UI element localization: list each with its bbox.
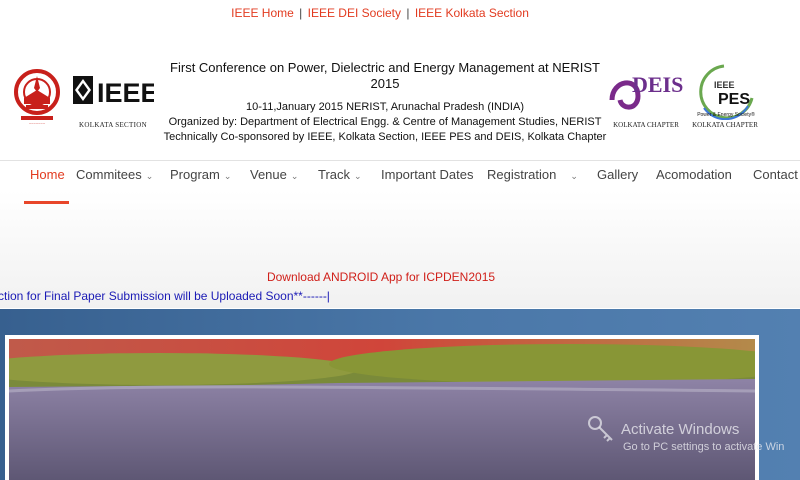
active-nav-indicator [24, 201, 69, 204]
nav-item-label: Home [30, 167, 65, 182]
pes-caption: KOLKATA CHAPTER [692, 121, 758, 129]
conference-date: 10-11,January 2015 NERIST, Arunachal Pra… [246, 101, 524, 113]
nav-item-label: Commitees [76, 167, 142, 182]
nav-item-home[interactable]: Home [30, 167, 65, 182]
link-ieee-dei-society[interactable]: IEEE DEI Society [308, 6, 401, 20]
chevron-down-icon: ⌄ [223, 171, 232, 181]
ieee-logo: IEEE [73, 76, 154, 107]
main-nav: Home Commitees ⌄ Program ⌄ Venue ⌄ Track ⌄ I… [0, 160, 800, 190]
pes-wordmark: PES [718, 91, 750, 108]
chevron-down-icon: ⌄ [570, 171, 578, 181]
chevron-down-icon: ⌄ [290, 171, 299, 181]
separator: | [406, 6, 410, 20]
nav-item-important-dates[interactable]: Important Dates [381, 167, 474, 182]
nav-item-label: Track [318, 167, 351, 182]
nav-item-track[interactable]: Track ⌄ [318, 167, 362, 182]
svg-text:~~~~~~~: ~~~~~~~ [29, 121, 46, 126]
chevron-down-icon: ⌄ [354, 171, 362, 181]
nav-item-label: Acomodation [656, 167, 732, 182]
chevron-down-icon: ⌄ [145, 171, 154, 181]
conference-title: First Conference on Power, Dielectric an… [170, 60, 600, 91]
nav-item-commitees[interactable]: Commitees ⌄ [76, 167, 153, 182]
watermark-subtitle: Go to PC settings to activate Win [623, 441, 785, 453]
top-links-bar: IEEE Home | IEEE DEI Society | IEEE Kolk… [0, 6, 760, 20]
institute-seal-icon: ~~~~~~~ [14, 69, 60, 126]
nav-item-label: Important Dates [381, 167, 474, 182]
nav-item-label: Venue [250, 167, 287, 182]
nav-item-label: Program [170, 167, 220, 182]
separator: | [299, 6, 303, 20]
nav-item-acomodation[interactable]: Acomodation [656, 167, 732, 182]
nav-item-venue[interactable]: Venue ⌄ [250, 167, 298, 182]
conference-header: First Conference on Power, Dielectric an… [160, 60, 610, 145]
android-app-link[interactable]: Download ANDROID App for ICPDEN2015 [0, 270, 762, 284]
nav-item-label: Gallery [597, 167, 639, 182]
link-ieee-kolkata-section[interactable]: IEEE Kolkata Section [415, 6, 529, 20]
nav-item-gallery[interactable]: Gallery [597, 167, 638, 182]
deis-caption: KOLKATA CHAPTER [613, 121, 679, 129]
nav-item-program[interactable]: Program ⌄ [170, 167, 231, 182]
nav-item-registration[interactable]: Registration ⌄ [487, 167, 578, 182]
deis-wordmark: DEIS [632, 72, 683, 97]
windows-activation-watermark: Activate Windows Go to PC settings to ac… [585, 421, 784, 453]
nav-item-contact[interactable]: Contact [753, 167, 798, 182]
ieee-wordmark: IEEE [97, 78, 154, 107]
watermark-title: Activate Windows [621, 421, 740, 438]
link-ieee-home[interactable]: IEEE Home [231, 6, 294, 20]
co-sponsored-by: Technically Co-sponsored by IEEE, Kolkat… [163, 131, 607, 143]
nav-item-label: Registration [487, 167, 557, 182]
ieee-caption: KOLKATA SECTION [79, 121, 147, 129]
pes-tagline: Power & Energy Society® [697, 111, 755, 118]
slideshow-image[interactable] [9, 339, 755, 480]
deis-logo: DEIS [609, 72, 683, 110]
nav-item-label: Contact [753, 167, 798, 182]
pes-logo: IEEE PES Power & Energy Society® [697, 64, 755, 120]
pes-ieee-text: IEEE [714, 80, 735, 90]
organized-by: Organized by: Department of Electrical E… [168, 116, 602, 128]
announcement-marquee: ction for Final Paper Submission will be… [0, 289, 330, 303]
